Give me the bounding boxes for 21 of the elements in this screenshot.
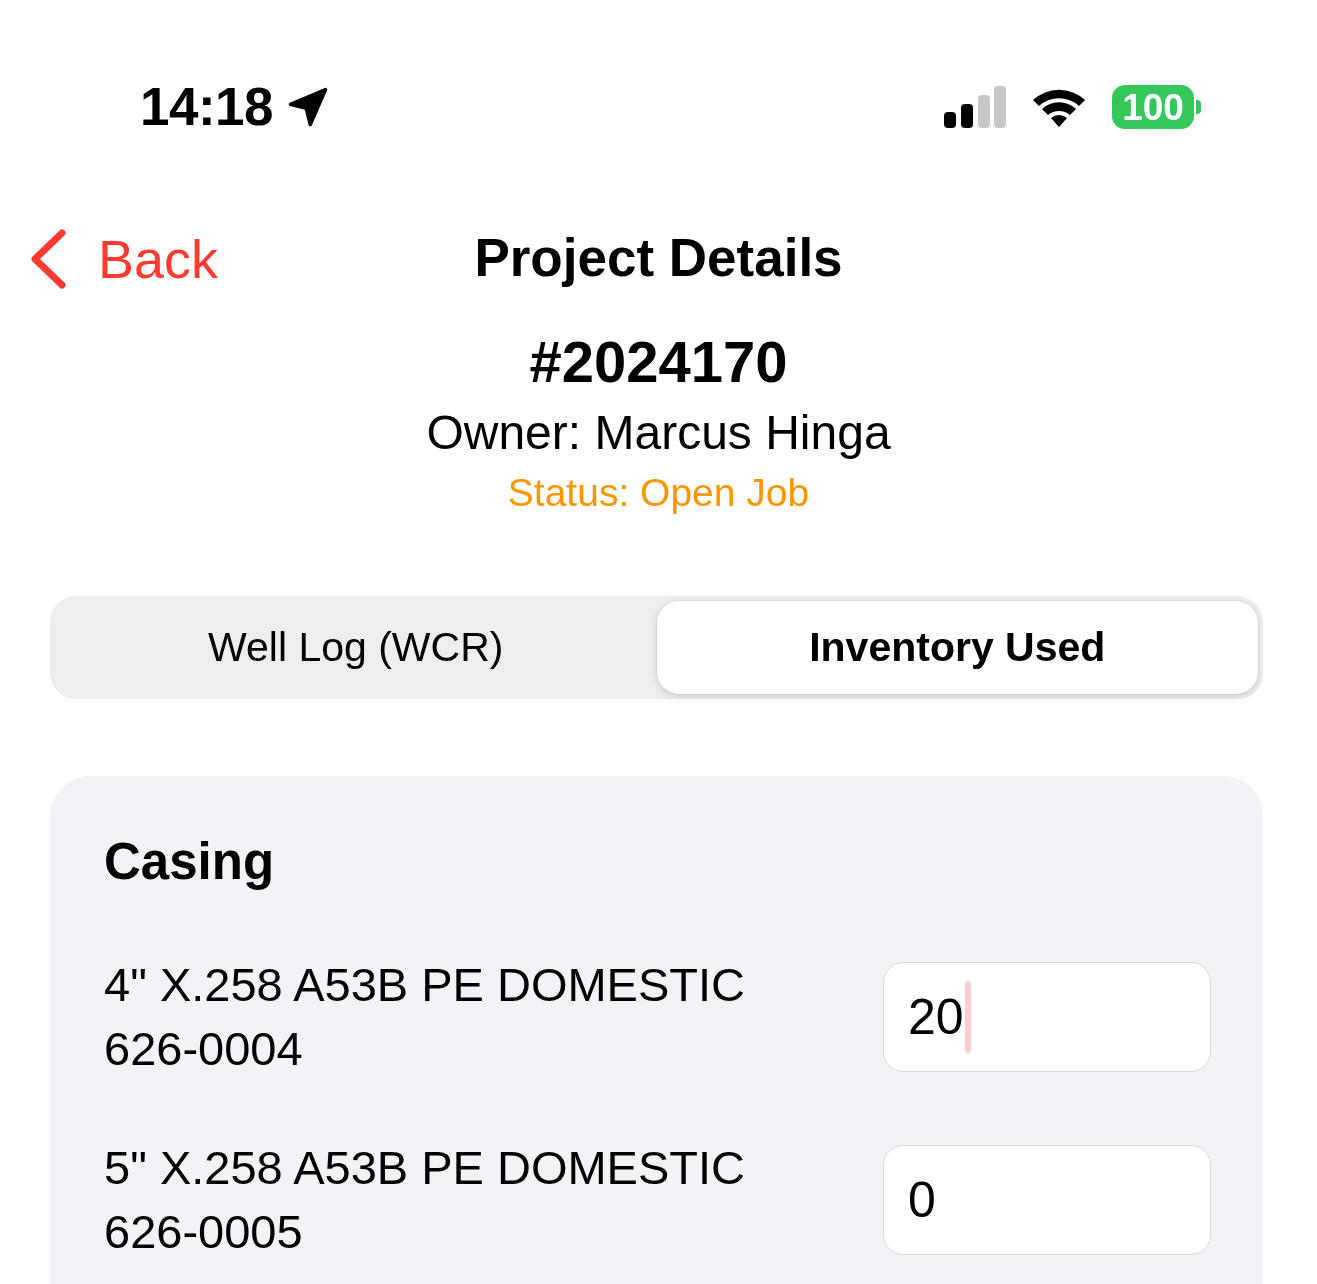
item-name: 5" X.258 A53B PE DOMESTIC bbox=[104, 1140, 746, 1196]
location-arrow-icon bbox=[287, 86, 330, 128]
section-title: Casing bbox=[104, 832, 275, 892]
quantity-field[interactable]: 20 bbox=[883, 962, 1211, 1072]
back-button[interactable]: Back bbox=[24, 226, 223, 292]
battery-cap-icon bbox=[1196, 100, 1201, 114]
status-time: 14:18 bbox=[140, 76, 274, 138]
project-owner: Owner: Marcus Hinga bbox=[426, 405, 891, 461]
segment-tab[interactable]: Inventory Used bbox=[656, 601, 1258, 694]
project-number: #2024170 bbox=[529, 328, 788, 396]
quantity-field[interactable]: 0 bbox=[883, 1145, 1211, 1255]
segment-tab[interactable]: Well Log (WCR) bbox=[55, 601, 657, 694]
wifi-icon bbox=[1031, 87, 1087, 127]
project-status: Status: Open Job bbox=[507, 471, 810, 515]
battery-indicator: 100 bbox=[1112, 85, 1194, 129]
signal-bars-icon bbox=[944, 86, 1006, 128]
item-name: 4" X.258 A53B PE DOMESTIC bbox=[104, 957, 746, 1013]
chevron-left-icon bbox=[28, 228, 68, 290]
item-code: 626-0004 bbox=[104, 1021, 303, 1077]
item-code: 626-0005 bbox=[104, 1204, 303, 1260]
nav-title: Project Details bbox=[474, 227, 843, 289]
